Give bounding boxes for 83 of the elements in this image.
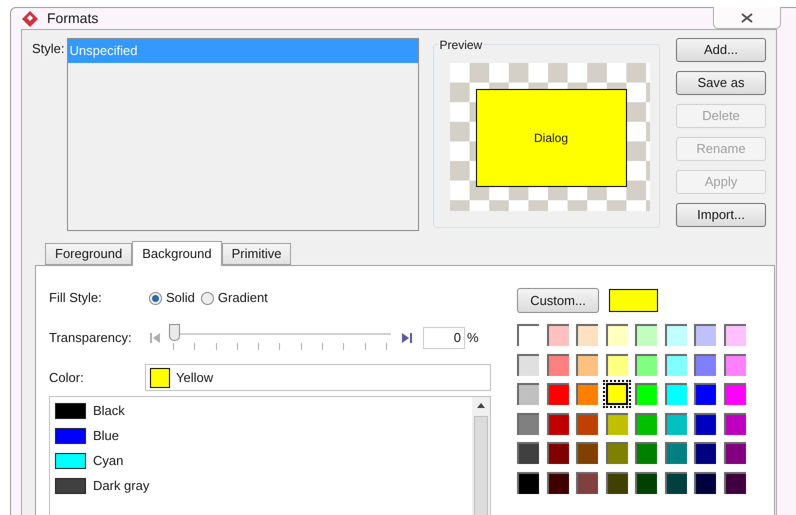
palette-swatch[interactable] <box>724 354 746 376</box>
fill-style-label: Fill Style: <box>49 289 103 308</box>
palette-swatch[interactable] <box>664 354 686 376</box>
radio-label: Solid <box>166 289 195 308</box>
palette-swatch[interactable] <box>664 472 686 494</box>
palette-swatch[interactable] <box>664 383 686 405</box>
palette-swatch[interactable] <box>635 472 657 494</box>
palette-swatch[interactable] <box>635 442 657 464</box>
color-value: Yellow <box>176 368 214 387</box>
color-name: Blue <box>93 427 120 446</box>
palette-swatch[interactable] <box>546 472 568 494</box>
color-list-item[interactable]: Dark gray <box>55 476 472 496</box>
slider-thumb[interactable] <box>169 324 180 341</box>
skip-to-end-icon <box>401 332 413 344</box>
palette-swatch[interactable] <box>606 354 628 376</box>
palette-swatch[interactable] <box>517 442 539 464</box>
color-name: Black <box>93 402 125 420</box>
palette-swatch[interactable] <box>694 324 716 346</box>
palette-swatch[interactable] <box>724 324 746 346</box>
palette-swatch[interactable] <box>517 354 539 376</box>
tab[interactable]: Background <box>132 241 222 266</box>
transparency-field[interactable]: 0 <box>423 327 465 349</box>
custom-button[interactable]: Custom... <box>517 288 599 313</box>
palette-swatch[interactable] <box>576 324 598 346</box>
palette-swatch[interactable] <box>606 472 628 494</box>
palette-swatch[interactable] <box>664 412 686 434</box>
color-list-item[interactable]: Blue <box>55 426 472 446</box>
style-label: Style: <box>32 40 65 58</box>
palette-swatch[interactable] <box>576 383 598 405</box>
palette-swatch[interactable] <box>694 442 716 464</box>
palette-swatch[interactable] <box>694 472 716 494</box>
radio-button[interactable] <box>149 292 162 304</box>
tab[interactable]: Primitive <box>222 243 292 265</box>
palette-swatch[interactable] <box>724 442 746 464</box>
palette-swatch[interactable] <box>724 383 746 405</box>
color-name: Cyan <box>93 452 124 470</box>
skip-to-start-icon <box>149 332 161 344</box>
action-button[interactable]: Save as <box>676 71 766 95</box>
color-label: Color: <box>49 368 85 387</box>
palette-swatch[interactable] <box>517 412 539 434</box>
close-button[interactable] <box>713 7 781 29</box>
color-list-item[interactable]: Cyan <box>55 451 472 471</box>
palette-swatch[interactable] <box>606 442 628 464</box>
palette-swatch[interactable] <box>546 324 568 346</box>
palette-swatch[interactable] <box>576 442 598 464</box>
palette-swatch[interactable] <box>546 442 568 464</box>
palette-swatch[interactable] <box>694 412 716 434</box>
scrollbar-thumb[interactable] <box>474 416 488 515</box>
radio-label: Gradient <box>218 289 268 308</box>
palette-swatch[interactable] <box>694 383 716 405</box>
window-title: Formats <box>47 9 98 28</box>
palette-swatch[interactable] <box>576 472 598 494</box>
palette-swatch[interactable] <box>606 412 628 434</box>
radio-button[interactable] <box>200 292 214 304</box>
palette-swatch[interactable] <box>546 383 568 405</box>
app-logo-icon <box>21 10 39 28</box>
palette-swatch[interactable] <box>664 442 686 464</box>
color-list-item[interactable]: Black <box>55 401 472 421</box>
palette-swatch[interactable] <box>724 412 746 434</box>
palette-swatch[interactable] <box>635 383 657 405</box>
palette-swatch[interactable] <box>576 354 598 376</box>
color-name: Dark gray <box>93 477 150 496</box>
action-button[interactable]: Import... <box>676 203 766 227</box>
color-dropdown[interactable]: Yellow <box>145 364 491 391</box>
preview-shape-label: Dialog <box>534 130 568 147</box>
palette-swatch[interactable] <box>635 354 657 376</box>
percent-label: % <box>467 329 479 348</box>
palette-swatch[interactable] <box>546 412 568 434</box>
close-icon <box>741 12 753 22</box>
palette-swatch[interactable] <box>517 472 539 494</box>
palette-swatch[interactable] <box>546 354 568 376</box>
palette-swatch[interactable] <box>724 472 746 494</box>
action-button[interactable]: Add... <box>676 38 766 62</box>
palette-swatch[interactable] <box>664 324 686 346</box>
transparency-label: Transparency: <box>49 329 133 348</box>
palette-swatch[interactable] <box>694 354 716 376</box>
palette-swatch[interactable] <box>635 324 657 346</box>
palette-swatch[interactable] <box>635 412 657 434</box>
palette-swatch[interactable] <box>606 324 628 346</box>
scroll-up-icon <box>477 403 485 408</box>
tab[interactable]: Foreground <box>45 243 132 265</box>
palette-swatch[interactable] <box>517 383 539 405</box>
palette-swatch[interactable] <box>576 412 598 434</box>
